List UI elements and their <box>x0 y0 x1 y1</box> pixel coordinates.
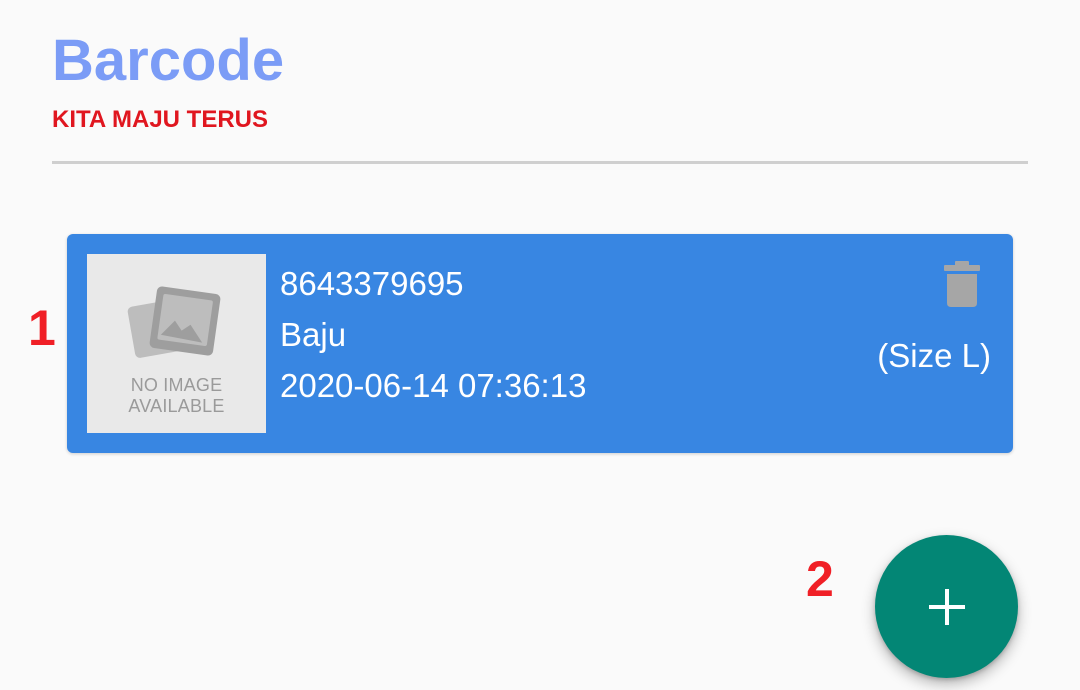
barcode-list-item[interactable]: NO IMAGE AVAILABLE 8643379695 Baju 2020-… <box>67 234 1013 453</box>
header-divider <box>52 161 1028 164</box>
available-text: AVAILABLE <box>128 396 225 416</box>
add-button[interactable] <box>875 535 1018 678</box>
trash-icon[interactable] <box>941 259 983 309</box>
annotation-marker-1: 1 <box>28 300 56 356</box>
item-datetime: 2020-06-14 07:36:13 <box>280 367 587 404</box>
item-size: (Size L) <box>877 337 991 374</box>
app-subtitle: KITA MAJU TERUS <box>52 106 268 133</box>
app-title: Barcode <box>52 28 285 93</box>
item-details: 8643379695 Baju 2020-06-14 07:36:13 <box>280 258 586 411</box>
plus-icon <box>929 589 965 625</box>
no-image-thumbnail: NO IMAGE AVAILABLE <box>87 254 266 433</box>
no-image-text: NO IMAGE <box>130 375 223 395</box>
barcode-number: 8643379695 <box>280 265 464 302</box>
item-name: Baju <box>280 316 347 353</box>
image-placeholder-icon <box>127 286 221 358</box>
annotation-marker-2: 2 <box>806 551 834 607</box>
